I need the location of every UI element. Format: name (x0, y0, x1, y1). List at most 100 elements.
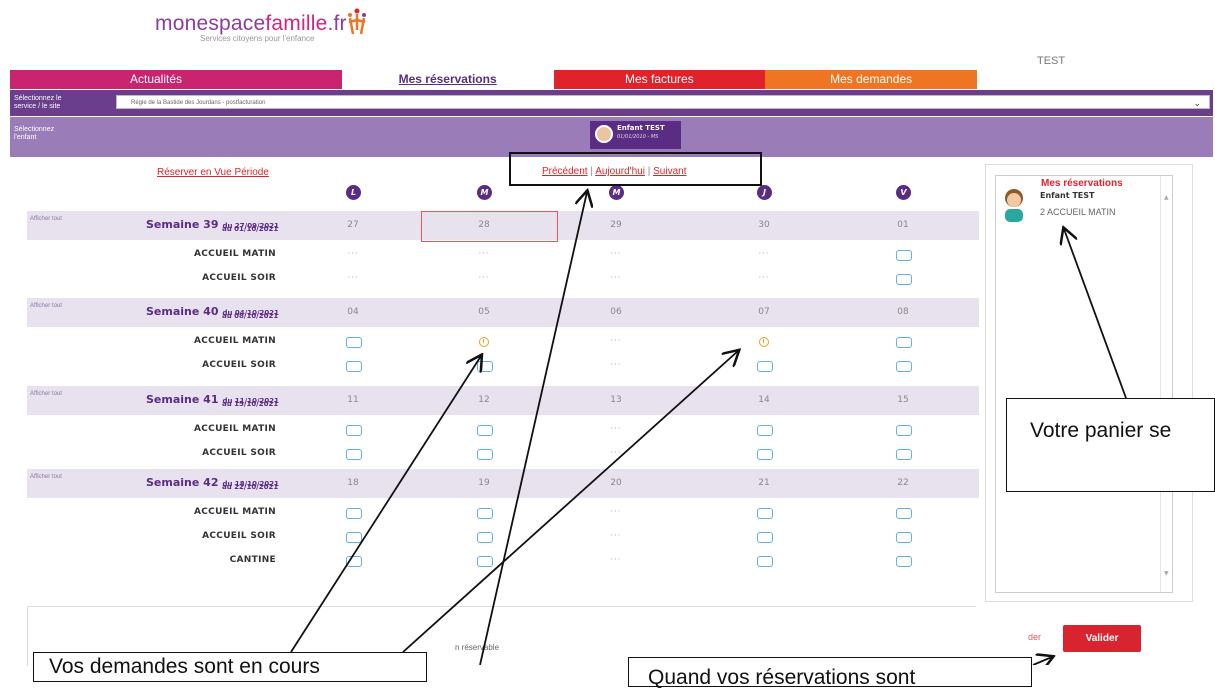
date-cell[interactable]: 06 (586, 307, 646, 317)
reservation-toggle[interactable] (477, 425, 493, 436)
date-cell[interactable]: 07 (734, 307, 794, 317)
annuler-link[interactable]: der (1028, 632, 1041, 642)
tab-mes-reservations[interactable]: Mes réservations (341, 70, 554, 89)
unavailable-cell: ··· (347, 249, 359, 258)
child-dob: 01/01/2010 - MS (617, 134, 659, 140)
reservation-toggle[interactable] (346, 532, 362, 543)
reservation-toggle[interactable] (477, 361, 493, 372)
tab-mes-factures[interactable]: Mes factures (553, 70, 766, 89)
arrow-to-valider (1032, 657, 1052, 665)
week-title: Semaine 42 (146, 476, 219, 489)
valider-button[interactable]: Valider (1063, 625, 1141, 652)
panel-reservation-item: 2 ACCUEIL MATIN (1040, 207, 1116, 217)
afficher-tout-link[interactable]: Afficher tout (30, 474, 62, 480)
date-cell[interactable]: 01 (873, 220, 933, 230)
reservation-toggle[interactable] (896, 556, 912, 567)
week-end: au 15/10/2021 (222, 400, 279, 408)
site-label-line-2: service / le site (14, 103, 61, 110)
reservation-toggle[interactable] (896, 532, 912, 543)
reservation-toggle[interactable] (477, 449, 493, 460)
date-cell[interactable]: 21 (734, 478, 794, 488)
reservation-toggle[interactable] (896, 425, 912, 436)
site-select[interactable]: Régie de la Bastide des Jourdans - postf… (116, 95, 1210, 109)
date-cell[interactable]: 04 (323, 307, 383, 317)
main-nav: Actualités Mes réservations Mes factures… (10, 70, 977, 89)
child-label-line-1: Sélectionnez (14, 126, 55, 133)
pending-clock-icon[interactable] (479, 337, 489, 347)
reservation-toggle[interactable] (477, 508, 493, 519)
reservation-toggle[interactable] (896, 361, 912, 372)
reservation-toggle[interactable] (346, 337, 362, 348)
date-cell[interactable]: 14 (734, 395, 794, 405)
unavailable-cell: ··· (758, 249, 770, 258)
callout-demandes-en-cours: Vos demandes sont en cours (33, 652, 427, 682)
unavailable-cell: ··· (347, 273, 359, 282)
service-label: ACCUEIL MATIN (194, 249, 276, 259)
afficher-tout-link[interactable]: Afficher tout (30, 303, 62, 309)
date-cell[interactable]: 29 (586, 220, 646, 230)
reservation-toggle[interactable] (757, 425, 773, 436)
logo[interactable]: monespacefamille.fr (155, 12, 347, 36)
reservation-toggle[interactable] (757, 449, 773, 460)
service-label: ACCUEIL MATIN (194, 424, 276, 434)
reservation-toggle[interactable] (477, 556, 493, 567)
unavailable-cell: ··· (478, 249, 490, 258)
week-title: Semaine 40 (146, 305, 219, 318)
reservation-toggle[interactable] (346, 425, 362, 436)
reservation-toggle[interactable] (896, 449, 912, 460)
reservation-toggle[interactable] (346, 556, 362, 567)
reservation-toggle[interactable] (757, 556, 773, 567)
service-label: ACCUEIL MATIN (194, 336, 276, 346)
unavailable-cell: ··· (610, 336, 622, 345)
reservation-toggle[interactable] (896, 337, 912, 348)
unavailable-cell: ··· (610, 424, 622, 433)
date-cell[interactable]: 18 (323, 478, 383, 488)
reservation-toggle[interactable] (896, 274, 912, 285)
service-label: ACCUEIL SOIR (202, 448, 276, 458)
date-cell[interactable]: 13 (586, 395, 646, 405)
date-cell[interactable]: 11 (323, 395, 383, 405)
reservation-toggle[interactable] (896, 250, 912, 261)
reservation-toggle[interactable] (477, 532, 493, 543)
unavailable-cell: ··· (610, 360, 622, 369)
logo-part-3: .fr (327, 12, 347, 35)
date-cell[interactable]: 19 (454, 478, 514, 488)
reservation-toggle[interactable] (346, 508, 362, 519)
date-cell[interactable]: 22 (873, 478, 933, 488)
unavailable-cell: ··· (610, 273, 622, 282)
user-name[interactable]: TEST (1037, 55, 1065, 67)
service-label: ACCUEIL MATIN (194, 507, 276, 517)
reservation-toggle[interactable] (346, 361, 362, 372)
reservation-toggle[interactable] (346, 449, 362, 460)
date-cell[interactable]: 20 (586, 478, 646, 488)
reserver-vue-periode-link[interactable]: Réserver en Vue Période (157, 167, 269, 178)
pending-clock-icon[interactable] (759, 337, 769, 347)
callout-panier: Votre panier se (1006, 398, 1215, 492)
family-logo-icon (348, 8, 366, 35)
date-cell[interactable]: 27 (323, 220, 383, 230)
date-cell[interactable]: 30 (734, 220, 794, 230)
date-cell[interactable]: 08 (873, 307, 933, 317)
panel-title: Mes réservations (1041, 178, 1123, 189)
arrow-to-nav-links (479, 192, 587, 665)
tab-mes-demandes[interactable]: Mes demandes (765, 70, 977, 89)
logo-tagline: Services citoyens pour l'enfance (200, 34, 315, 43)
unavailable-cell: ··· (610, 507, 622, 516)
week-title: Semaine 41 (146, 393, 219, 406)
reservations-list (995, 175, 1173, 593)
reservation-toggle[interactable] (896, 508, 912, 519)
date-cell[interactable]: 05 (454, 307, 514, 317)
legend-text: n réservable (455, 643, 500, 652)
reservation-toggle[interactable] (757, 361, 773, 372)
date-cell[interactable]: 12 (454, 395, 514, 405)
reservation-toggle[interactable] (757, 532, 773, 543)
selected-date-highlight (421, 211, 558, 242)
afficher-tout-link[interactable]: Afficher tout (30, 216, 62, 222)
logo-part-1: monespace (155, 12, 266, 35)
child-name: Enfant TEST (617, 124, 665, 132)
reservation-toggle[interactable] (757, 508, 773, 519)
date-cell[interactable]: 15 (873, 395, 933, 405)
panel-scrollbar[interactable]: ▲ ▼ (1160, 176, 1173, 592)
tab-actualites[interactable]: Actualités (10, 70, 342, 89)
afficher-tout-link[interactable]: Afficher tout (30, 391, 62, 397)
